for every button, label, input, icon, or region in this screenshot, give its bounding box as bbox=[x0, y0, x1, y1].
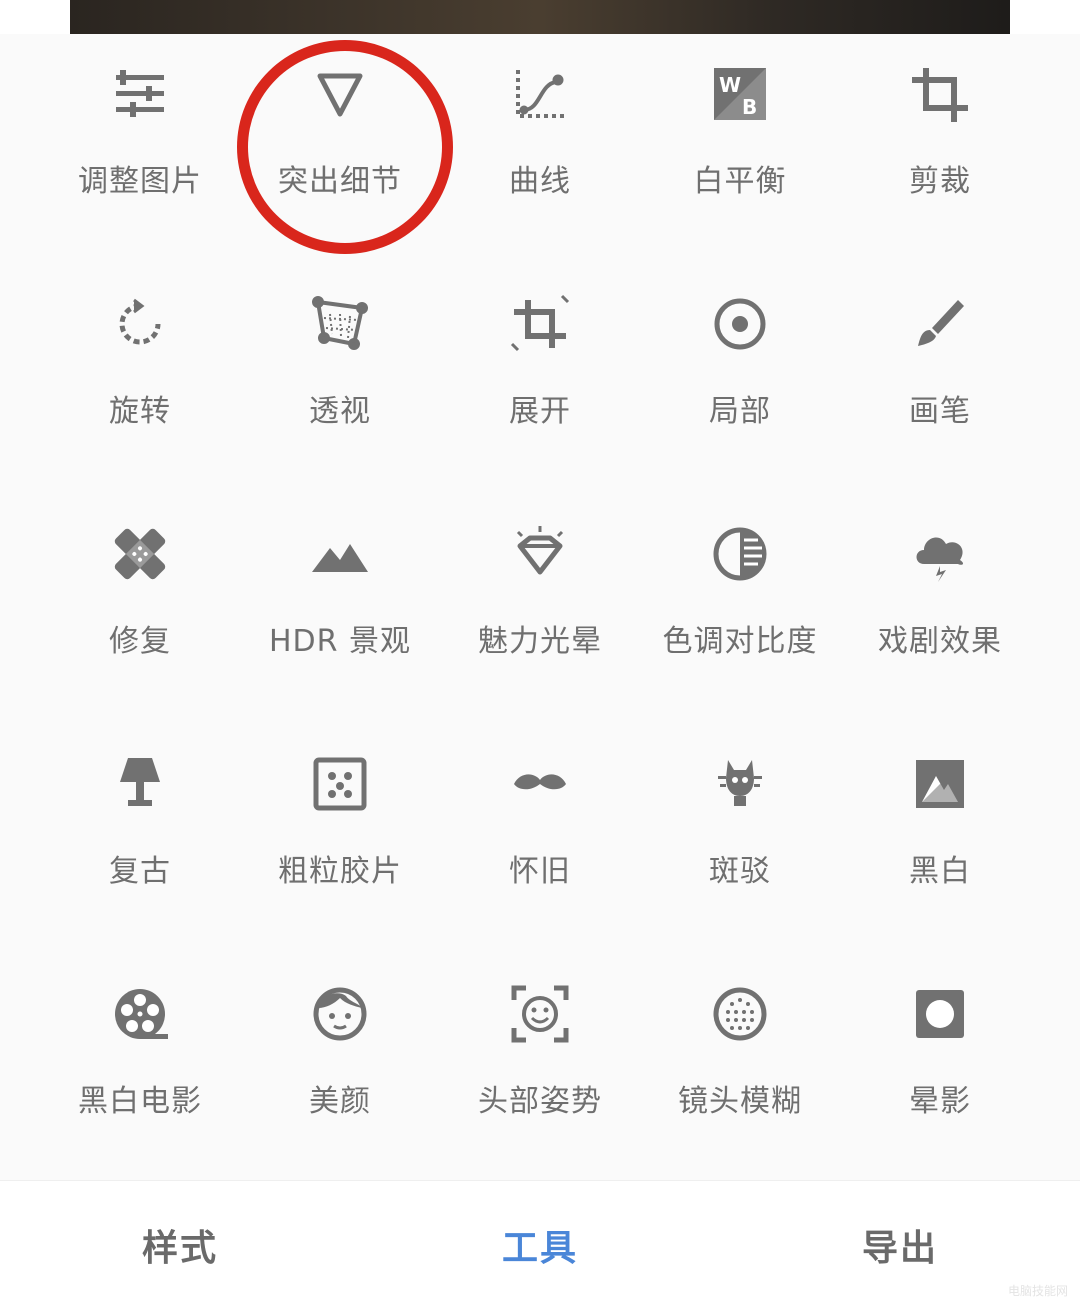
black-white-icon bbox=[910, 754, 970, 814]
tool-label: 粗粒胶片 bbox=[278, 854, 402, 889]
lamp-icon bbox=[110, 754, 170, 814]
tab-tools[interactable]: 工具 bbox=[440, 1219, 640, 1271]
tool-selective[interactable]: 局部 bbox=[640, 264, 840, 444]
bottom-navigation: 样式 工具 导出 电脑技能网 bbox=[0, 1180, 1080, 1305]
tool-vignette[interactable]: 晕影 bbox=[840, 954, 1040, 1134]
tool-tonal-contrast[interactable]: 色调对比度 bbox=[640, 494, 840, 674]
tool-noir[interactable]: 黑白电影 bbox=[40, 954, 240, 1134]
tool-label: 白平衡 bbox=[693, 164, 787, 199]
tool-label: 晕影 bbox=[909, 1084, 971, 1119]
tool-crop[interactable]: 剪裁 bbox=[840, 34, 1040, 214]
face-icon bbox=[310, 984, 370, 1044]
storm-cloud-icon bbox=[910, 524, 970, 584]
tool-hdr-scape[interactable]: HDR 景观 bbox=[240, 494, 440, 674]
tool-drama[interactable]: 戏剧效果 bbox=[840, 494, 1040, 674]
svg-text:W: W bbox=[719, 73, 741, 97]
tool-vintage[interactable]: 复古 bbox=[40, 724, 240, 904]
mountain-icon bbox=[310, 524, 370, 584]
tool-grunge[interactable]: 斑驳 bbox=[640, 724, 840, 904]
lens-blur-icon bbox=[710, 984, 770, 1044]
tool-label: 剪裁 bbox=[909, 164, 971, 199]
tool-label: 复古 bbox=[109, 854, 171, 889]
photo-preview bbox=[70, 0, 1010, 34]
grain-icon bbox=[310, 754, 370, 814]
tool-portrait[interactable]: 美颜 bbox=[240, 954, 440, 1134]
tool-healing[interactable]: 修复 bbox=[40, 494, 240, 674]
tool-white-balance[interactable]: W B 白平衡 bbox=[640, 34, 840, 214]
tool-label: 展开 bbox=[509, 394, 571, 429]
selective-icon bbox=[710, 294, 770, 354]
tab-export[interactable]: 导出 bbox=[800, 1219, 1000, 1271]
mustache-icon bbox=[510, 754, 570, 814]
tool-label: HDR 景观 bbox=[268, 624, 412, 659]
tool-label: 魅力光晕 bbox=[478, 624, 602, 659]
highlight-circle-annotation bbox=[237, 40, 453, 254]
tool-tune-image[interactable]: 调整图片 bbox=[40, 34, 240, 214]
healing-icon bbox=[110, 524, 170, 584]
tool-label: 画笔 bbox=[909, 394, 971, 429]
head-pose-icon bbox=[510, 984, 570, 1044]
tool-label: 戏剧效果 bbox=[878, 624, 1002, 659]
tool-label: 修复 bbox=[109, 624, 171, 659]
brush-icon bbox=[910, 294, 970, 354]
tool-grainy-film[interactable]: 粗粒胶片 bbox=[240, 724, 440, 904]
tool-lens-blur[interactable]: 镜头模糊 bbox=[640, 954, 840, 1134]
tool-label: 透视 bbox=[309, 394, 371, 429]
tool-curves[interactable]: 曲线 bbox=[440, 34, 640, 214]
crop-icon bbox=[910, 64, 970, 124]
sliders-icon bbox=[110, 64, 170, 124]
curve-icon bbox=[510, 64, 570, 124]
perspective-icon bbox=[310, 294, 370, 354]
expand-icon bbox=[510, 294, 570, 354]
tool-label: 黑白电影 bbox=[78, 1084, 202, 1119]
tool-brush[interactable]: 画笔 bbox=[840, 264, 1040, 444]
tool-label: 旋转 bbox=[109, 394, 171, 429]
grunge-icon bbox=[710, 754, 770, 814]
tool-label: 头部姿势 bbox=[478, 1084, 602, 1119]
tool-label: 怀旧 bbox=[509, 854, 571, 889]
tool-label: 斑驳 bbox=[709, 854, 771, 889]
tool-black-white[interactable]: 黑白 bbox=[840, 724, 1040, 904]
tool-label: 局部 bbox=[709, 394, 771, 429]
white-balance-icon: W B bbox=[710, 64, 770, 124]
tool-retrolux[interactable]: 怀旧 bbox=[440, 724, 640, 904]
tool-expand[interactable]: 展开 bbox=[440, 264, 640, 444]
tonal-contrast-icon bbox=[710, 524, 770, 584]
tool-rotate[interactable]: 旋转 bbox=[40, 264, 240, 444]
tool-label: 调整图片 bbox=[78, 164, 202, 199]
tool-head-pose[interactable]: 头部姿势 bbox=[440, 954, 640, 1134]
tool-label: 黑白 bbox=[909, 854, 971, 889]
vignette-icon bbox=[910, 984, 970, 1044]
svg-text:B: B bbox=[742, 95, 757, 119]
tool-label: 镜头模糊 bbox=[678, 1084, 802, 1119]
diamond-glow-icon bbox=[510, 524, 570, 584]
tool-perspective[interactable]: 透视 bbox=[240, 264, 440, 444]
tool-label: 曲线 bbox=[509, 164, 571, 199]
rotate-icon bbox=[110, 294, 170, 354]
watermark-text: 电脑技能网 bbox=[1007, 1284, 1068, 1298]
tool-label: 美颜 bbox=[309, 1084, 371, 1119]
tab-styles[interactable]: 样式 bbox=[80, 1219, 280, 1271]
tool-glamour-glow[interactable]: 魅力光晕 bbox=[440, 494, 640, 674]
film-reel-icon bbox=[110, 984, 170, 1044]
tool-label: 色调对比度 bbox=[662, 624, 818, 659]
